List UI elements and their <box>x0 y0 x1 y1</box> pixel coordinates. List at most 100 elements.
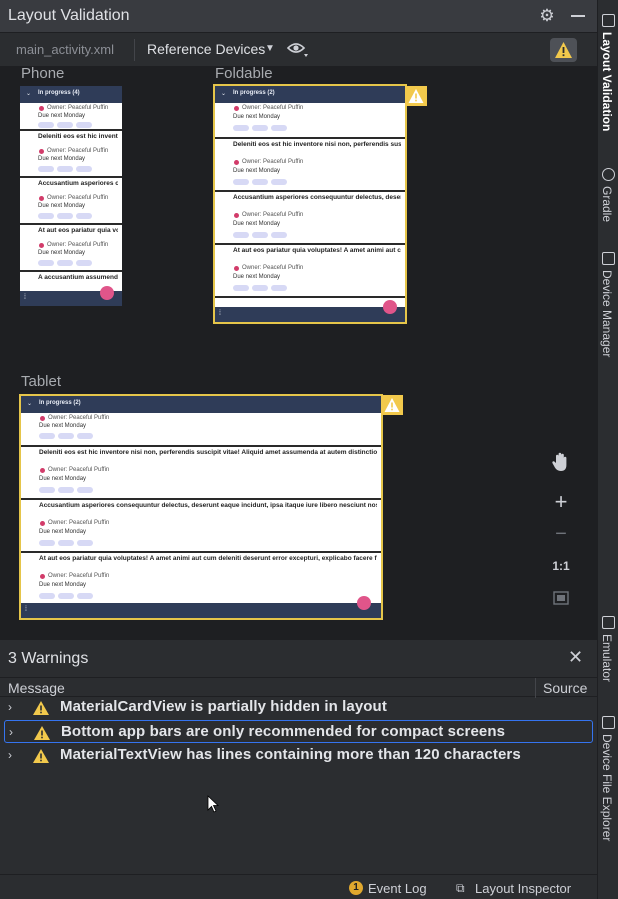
section-header: In progress (2) <box>39 400 81 406</box>
file-name-label: main_activity.xml <box>16 42 115 57</box>
bottom-app-bar: ⁞ <box>21 603 381 618</box>
card-due: Due next Monday <box>39 476 87 482</box>
event-log-button[interactable]: Event Log <box>368 881 427 896</box>
card-title: At aut eos pariatur quia voluptates! A a… <box>39 555 377 562</box>
tool-window-title-bar: Layout Validation ⚙ <box>0 0 597 33</box>
tablet-label: Tablet <box>21 373 62 390</box>
hand-icon <box>552 452 567 471</box>
card-title: Accusantium asperiores consequuntur dele… <box>39 502 377 509</box>
expand-arrow-icon[interactable]: › <box>8 748 12 762</box>
layout-inspector-icon[interactable]: ⧉ <box>456 881 465 896</box>
warning-row-selected[interactable]: › Bottom app bars are only recommended f… <box>4 720 593 743</box>
tab-label: Device Manager <box>600 270 614 358</box>
warning-row[interactable]: › MaterialCardView is partially hidden i… <box>4 696 593 719</box>
status-bar: 1 Event Log ⧉ Layout Inspector <box>0 874 597 899</box>
owner-avatar-icon <box>234 213 239 218</box>
emulator-icon <box>602 616 615 629</box>
warning-icon <box>408 89 424 103</box>
section-header: In progress (4) <box>38 90 80 96</box>
card-due: Due next Monday <box>233 114 281 120</box>
foldable-preview[interactable]: ⌄ In progress (2) Owner: Peaceful Puffin … <box>213 84 407 324</box>
column-header-message[interactable]: Message <box>8 680 65 696</box>
app-top-bar: ⌄ In progress (2) <box>215 86 405 103</box>
column-header-source[interactable]: Source <box>543 680 587 696</box>
tag-chips <box>39 487 96 494</box>
preview-canvas: Phone ⌄ In progress (4) Owner: Peaceful P… <box>0 65 597 639</box>
warning-message: Bottom app bars are only recommended for… <box>61 723 506 740</box>
tab-label: Device File Explorer <box>600 734 614 842</box>
fab-button <box>100 286 114 300</box>
card-title: Deleniti eos est hic inventore nisi non,… <box>233 141 401 148</box>
event-count-badge[interactable]: 1 <box>349 881 363 895</box>
task-card: Owner: Peaceful Puffin Due next Monday <box>21 413 381 447</box>
zoom-actual-size-button[interactable]: 1:1 <box>545 550 577 582</box>
task-card: Accusantium asperiores consequuntur dele… <box>20 178 122 225</box>
bottom-app-bar: ⁞ <box>215 307 405 322</box>
card-title: A accusantium assumenda ab aut ex autem … <box>38 274 118 281</box>
warnings-table-header: Message Source <box>0 677 597 698</box>
tab-label: Gradle <box>600 186 614 223</box>
foldable-label: Foldable <box>215 65 273 82</box>
tag-chips <box>39 593 96 600</box>
warning-icon <box>33 701 49 715</box>
owner-avatar-icon <box>39 243 44 248</box>
owner-avatar-icon <box>39 106 44 111</box>
warning-icon <box>555 42 572 58</box>
minimize-icon[interactable] <box>571 15 585 17</box>
card-owner: Owner: Peaceful Puffin <box>47 105 109 111</box>
owner-avatar-icon <box>234 266 239 271</box>
task-card: Accusantium asperiores consequuntur dele… <box>215 192 405 245</box>
layout-validation-panel: Layout Validation ⚙ main_activity.xml Re… <box>0 0 597 899</box>
layout-validation-icon <box>602 14 615 27</box>
fab-button <box>357 596 371 610</box>
task-card: At aut eos pariatur quia voluptates! A a… <box>20 225 122 272</box>
warnings-count-title: 3 Warnings <box>8 650 89 667</box>
card-owner: Owner: Peaceful Puffin <box>242 265 304 271</box>
chevron-icon: ⌄ <box>27 401 33 407</box>
foldable-warning-badge[interactable] <box>405 86 427 106</box>
gear-icon[interactable]: ⚙ <box>538 7 556 25</box>
zoom-in-button[interactable]: + <box>545 486 577 518</box>
card-owner: Owner: Peaceful Puffin <box>48 520 110 526</box>
warnings-toggle-button[interactable] <box>550 38 577 62</box>
device-manager-icon <box>602 252 615 265</box>
close-icon[interactable]: ✕ <box>568 647 583 668</box>
bar-icon: ⁞ <box>25 606 27 613</box>
zoom-out-button[interactable]: − <box>545 518 577 550</box>
task-card: At aut eos pariatur quia voluptates! A a… <box>215 245 405 298</box>
card-owner: Owner: Peaceful Puffin <box>242 159 304 165</box>
card-due: Due next Monday <box>233 274 281 280</box>
card-owner: Owner: Peaceful Puffin <box>47 148 109 154</box>
owner-avatar-icon <box>234 106 239 111</box>
reference-devices-dropdown[interactable]: Reference Devices <box>147 41 265 57</box>
expand-arrow-icon[interactable]: › <box>9 725 13 739</box>
phone-label: Phone <box>21 65 65 82</box>
tag-chips <box>39 540 96 547</box>
card-owner: Owner: Peaceful Puffin <box>48 467 110 473</box>
card-due: Due next Monday <box>39 423 87 429</box>
expand-arrow-icon[interactable]: › <box>8 700 12 714</box>
card-title: Accusantium asperiores consequuntur dele… <box>233 194 401 201</box>
card-title: Deleniti eos est hic inventore nisi non,… <box>39 449 377 456</box>
bar-icon: ⁞ <box>24 294 26 301</box>
task-card: Accusantium asperiores consequuntur dele… <box>21 500 381 553</box>
chevron-down-icon[interactable]: ▼ <box>265 43 275 54</box>
eye-icon[interactable] <box>287 40 309 58</box>
layout-inspector-button[interactable]: Layout Inspector <box>475 881 571 896</box>
warning-row[interactable]: › MaterialTextView has lines containing … <box>4 744 593 767</box>
tab-label: Layout Validation <box>600 32 614 132</box>
owner-avatar-icon <box>40 521 45 526</box>
card-title: At aut eos pariatur quia voluptates! A a… <box>38 227 118 234</box>
bar-icon: ⁞ <box>219 310 221 317</box>
tablet-warning-badge[interactable] <box>381 395 403 415</box>
zoom-to-fit-button[interactable] <box>545 582 577 614</box>
task-card: Deleniti eos est hic inventore nisi non,… <box>21 447 381 500</box>
pan-hand-button[interactable] <box>545 445 577 477</box>
tablet-preview[interactable]: ⌄ In progress (2) Owner: Peaceful Puffin … <box>19 394 383 620</box>
column-divider[interactable] <box>535 678 536 698</box>
phone-preview[interactable]: ⌄ In progress (4) Owner: Peaceful Puffin … <box>20 86 122 306</box>
app-top-bar: ⌄ In progress (2) <box>21 396 381 413</box>
toolbar: main_activity.xml Reference Devices ▼ <box>0 33 597 67</box>
card-owner: Owner: Peaceful Puffin <box>48 415 110 421</box>
fab-button <box>383 300 397 314</box>
